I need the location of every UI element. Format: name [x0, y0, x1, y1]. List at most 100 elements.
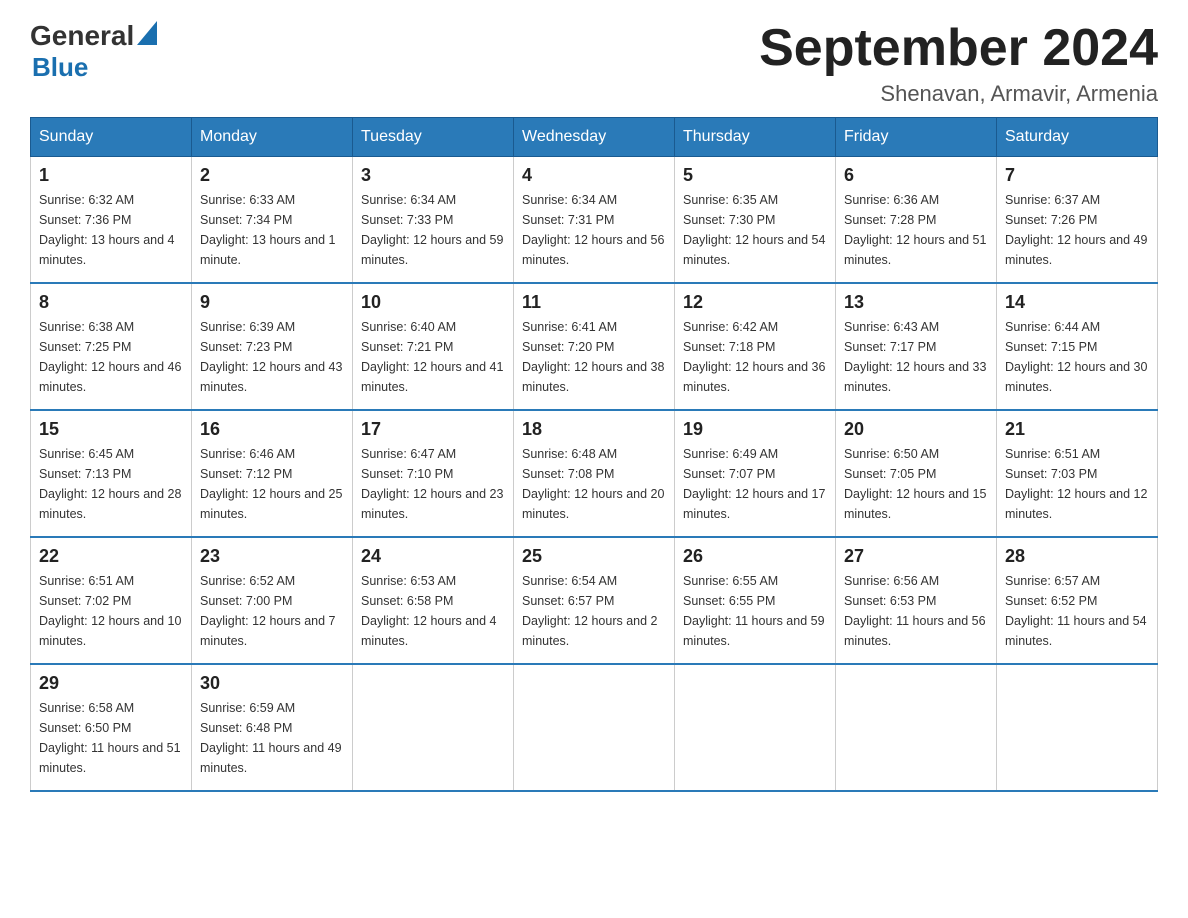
empty-cell — [514, 664, 675, 791]
day-number: 12 — [683, 292, 827, 313]
day-number: 28 — [1005, 546, 1149, 567]
day-info: Sunrise: 6:45 AMSunset: 7:13 PMDaylight:… — [39, 444, 183, 524]
day-number: 18 — [522, 419, 666, 440]
day-info: Sunrise: 6:44 AMSunset: 7:15 PMDaylight:… — [1005, 317, 1149, 397]
day-number: 4 — [522, 165, 666, 186]
day-number: 11 — [522, 292, 666, 313]
day-number: 23 — [200, 546, 344, 567]
day-info: Sunrise: 6:34 AMSunset: 7:33 PMDaylight:… — [361, 190, 505, 270]
calendar-day-28: 28Sunrise: 6:57 AMSunset: 6:52 PMDayligh… — [997, 537, 1158, 664]
day-info: Sunrise: 6:33 AMSunset: 7:34 PMDaylight:… — [200, 190, 344, 270]
calendar-day-7: 7 Sunrise: 6:37 AMSunset: 7:26 PMDaylight… — [997, 157, 1158, 284]
day-number: 21 — [1005, 419, 1149, 440]
calendar-table: SundayMondayTuesdayWednesdayThursdayFrid… — [30, 117, 1158, 792]
day-info: Sunrise: 6:49 AMSunset: 7:07 PMDaylight:… — [683, 444, 827, 524]
header-monday: Monday — [192, 118, 353, 157]
logo: General Blue — [30, 20, 157, 83]
header-wednesday: Wednesday — [514, 118, 675, 157]
calendar-day-4: 4 Sunrise: 6:34 AMSunset: 7:31 PMDaylight… — [514, 157, 675, 284]
empty-cell — [353, 664, 514, 791]
header-saturday: Saturday — [997, 118, 1158, 157]
day-info: Sunrise: 6:56 AMSunset: 6:53 PMDaylight:… — [844, 571, 988, 651]
day-number: 24 — [361, 546, 505, 567]
day-info: Sunrise: 6:43 AMSunset: 7:17 PMDaylight:… — [844, 317, 988, 397]
calendar-day-6: 6 Sunrise: 6:36 AMSunset: 7:28 PMDaylight… — [836, 157, 997, 284]
day-number: 9 — [200, 292, 344, 313]
day-number: 17 — [361, 419, 505, 440]
day-info: Sunrise: 6:58 AMSunset: 6:50 PMDaylight:… — [39, 698, 183, 778]
logo-triangle-icon — [137, 24, 157, 48]
empty-cell — [997, 664, 1158, 791]
calendar-day-9: 9Sunrise: 6:39 AMSunset: 7:23 PMDaylight… — [192, 283, 353, 410]
calendar-week-row: 1Sunrise: 6:32 AMSunset: 7:36 PMDaylight… — [31, 157, 1158, 284]
day-number: 30 — [200, 673, 344, 694]
calendar-day-20: 20Sunrise: 6:50 AMSunset: 7:05 PMDayligh… — [836, 410, 997, 537]
day-info: Sunrise: 6:37 AMSunset: 7:26 PMDaylight:… — [1005, 190, 1149, 270]
day-info: Sunrise: 6:40 AMSunset: 7:21 PMDaylight:… — [361, 317, 505, 397]
header-sunday: Sunday — [31, 118, 192, 157]
day-number: 1 — [39, 165, 183, 186]
calendar-day-19: 19Sunrise: 6:49 AMSunset: 7:07 PMDayligh… — [675, 410, 836, 537]
calendar-day-30: 30 Sunrise: 6:59 AMSunset: 6:48 PMDayligh… — [192, 664, 353, 791]
day-info: Sunrise: 6:53 AMSunset: 6:58 PMDaylight:… — [361, 571, 505, 651]
calendar-title-section: September 2024 Shenavan, Armavir, Armeni… — [759, 20, 1158, 107]
calendar-day-3: 3 Sunrise: 6:34 AMSunset: 7:33 PMDaylight… — [353, 157, 514, 284]
calendar-day-25: 25 Sunrise: 6:54 AMSunset: 6:57 PMDayligh… — [514, 537, 675, 664]
calendar-day-12: 12Sunrise: 6:42 AMSunset: 7:18 PMDayligh… — [675, 283, 836, 410]
calendar-day-23: 23 Sunrise: 6:52 AMSunset: 7:00 PMDayligh… — [192, 537, 353, 664]
day-number: 25 — [522, 546, 666, 567]
day-number: 13 — [844, 292, 988, 313]
calendar-day-15: 15 Sunrise: 6:45 AMSunset: 7:13 PMDayligh… — [31, 410, 192, 537]
day-info: Sunrise: 6:38 AMSunset: 7:25 PMDaylight:… — [39, 317, 183, 397]
calendar-day-11: 11 Sunrise: 6:41 AMSunset: 7:20 PMDayligh… — [514, 283, 675, 410]
day-number: 27 — [844, 546, 988, 567]
day-number: 6 — [844, 165, 988, 186]
day-info: Sunrise: 6:52 AMSunset: 7:00 PMDaylight:… — [200, 571, 344, 651]
calendar-day-14: 14Sunrise: 6:44 AMSunset: 7:15 PMDayligh… — [997, 283, 1158, 410]
day-info: Sunrise: 6:34 AMSunset: 7:31 PMDaylight:… — [522, 190, 666, 270]
calendar-day-22: 22 Sunrise: 6:51 AMSunset: 7:02 PMDayligh… — [31, 537, 192, 664]
calendar-day-16: 16 Sunrise: 6:46 AMSunset: 7:12 PMDayligh… — [192, 410, 353, 537]
day-info: Sunrise: 6:48 AMSunset: 7:08 PMDaylight:… — [522, 444, 666, 524]
header-tuesday: Tuesday — [353, 118, 514, 157]
day-info: Sunrise: 6:51 AMSunset: 7:03 PMDaylight:… — [1005, 444, 1149, 524]
day-number: 8 — [39, 292, 183, 313]
day-number: 15 — [39, 419, 183, 440]
logo-blue-text: Blue — [32, 52, 88, 83]
calendar-day-5: 5 Sunrise: 6:35 AMSunset: 7:30 PMDaylight… — [675, 157, 836, 284]
calendar-day-29: 29 Sunrise: 6:58 AMSunset: 6:50 PMDayligh… — [31, 664, 192, 791]
empty-cell — [675, 664, 836, 791]
calendar-week-row: 8 Sunrise: 6:38 AMSunset: 7:25 PMDaylight… — [31, 283, 1158, 410]
day-number: 3 — [361, 165, 505, 186]
day-info: Sunrise: 6:35 AMSunset: 7:30 PMDaylight:… — [683, 190, 827, 270]
day-info: Sunrise: 6:36 AMSunset: 7:28 PMDaylight:… — [844, 190, 988, 270]
day-number: 10 — [361, 292, 505, 313]
day-info: Sunrise: 6:51 AMSunset: 7:02 PMDaylight:… — [39, 571, 183, 651]
day-info: Sunrise: 6:47 AMSunset: 7:10 PMDaylight:… — [361, 444, 505, 524]
day-number: 16 — [200, 419, 344, 440]
day-info: Sunrise: 6:54 AMSunset: 6:57 PMDaylight:… — [522, 571, 666, 651]
calendar-day-17: 17 Sunrise: 6:47 AMSunset: 7:10 PMDayligh… — [353, 410, 514, 537]
calendar-day-1: 1Sunrise: 6:32 AMSunset: 7:36 PMDaylight… — [31, 157, 192, 284]
calendar-week-row: 29 Sunrise: 6:58 AMSunset: 6:50 PMDayligh… — [31, 664, 1158, 791]
calendar-day-8: 8 Sunrise: 6:38 AMSunset: 7:25 PMDaylight… — [31, 283, 192, 410]
header-thursday: Thursday — [675, 118, 836, 157]
calendar-title: September 2024 — [759, 20, 1158, 77]
calendar-day-2: 2Sunrise: 6:33 AMSunset: 7:34 PMDaylight… — [192, 157, 353, 284]
page-header: General Blue September 2024 Shenavan, Ar… — [30, 20, 1158, 107]
day-number: 29 — [39, 673, 183, 694]
calendar-week-row: 15 Sunrise: 6:45 AMSunset: 7:13 PMDayligh… — [31, 410, 1158, 537]
calendar-day-21: 21 Sunrise: 6:51 AMSunset: 7:03 PMDayligh… — [997, 410, 1158, 537]
day-number: 7 — [1005, 165, 1149, 186]
calendar-day-13: 13 Sunrise: 6:43 AMSunset: 7:17 PMDayligh… — [836, 283, 997, 410]
day-number: 20 — [844, 419, 988, 440]
day-number: 22 — [39, 546, 183, 567]
day-number: 5 — [683, 165, 827, 186]
logo-general-text: General — [30, 20, 134, 52]
empty-cell — [836, 664, 997, 791]
day-info: Sunrise: 6:59 AMSunset: 6:48 PMDaylight:… — [200, 698, 344, 778]
day-info: Sunrise: 6:41 AMSunset: 7:20 PMDaylight:… — [522, 317, 666, 397]
calendar-day-27: 27 Sunrise: 6:56 AMSunset: 6:53 PMDayligh… — [836, 537, 997, 664]
day-info: Sunrise: 6:46 AMSunset: 7:12 PMDaylight:… — [200, 444, 344, 524]
calendar-day-10: 10 Sunrise: 6:40 AMSunset: 7:21 PMDayligh… — [353, 283, 514, 410]
